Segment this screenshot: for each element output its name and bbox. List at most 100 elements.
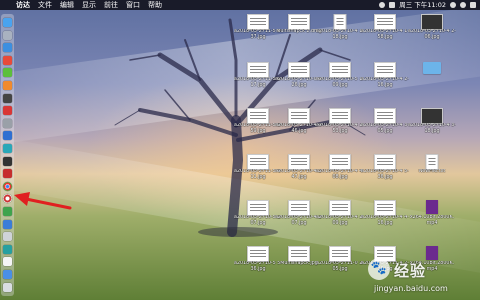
notification-icon[interactable] bbox=[470, 2, 476, 8]
file-thumbnail bbox=[329, 246, 351, 262]
battery-icon[interactable] bbox=[389, 2, 396, 8]
file-label: a2018-03-2711-0 2-05.jpg bbox=[316, 261, 364, 272]
file-thumbnail bbox=[247, 14, 269, 30]
file-thumbnail bbox=[329, 200, 351, 216]
file-thumbnail bbox=[374, 62, 396, 78]
file-thumbnail bbox=[247, 108, 269, 124]
file-thumbnail bbox=[288, 154, 310, 170]
desktop-file[interactable]: a2018-03-2710-4 5-36.jpg bbox=[361, 154, 409, 182]
app-blue2-icon[interactable] bbox=[3, 219, 12, 229]
wifi-icon[interactable] bbox=[379, 2, 386, 8]
app-dark2-icon[interactable] bbox=[3, 156, 12, 166]
file-label: a2018-03-2710-4 4-16.jpg bbox=[361, 215, 409, 226]
siri-icon[interactable] bbox=[460, 2, 466, 8]
desktop-file[interactable]: a2018-03-2710-4 2-16.jpg bbox=[361, 62, 409, 90]
file-thumbnail bbox=[288, 14, 310, 30]
app-red2-icon[interactable] bbox=[3, 106, 12, 116]
status-area: 周三 下午11:02 bbox=[379, 0, 480, 10]
app-teal-icon[interactable] bbox=[3, 144, 12, 153]
menu-go[interactable]: 前往 bbox=[100, 0, 122, 10]
desktop-file[interactable]: a2018-03-2710-4 2-09.jpg bbox=[316, 200, 364, 228]
desktop-file[interactable]: a2018-03-2711-0 2-05.jpg bbox=[316, 246, 364, 274]
app-teal2-icon[interactable] bbox=[3, 244, 12, 254]
file-label: a2018-03-2710-4 4-08.jpg bbox=[316, 169, 364, 180]
file-thumbnail bbox=[288, 246, 310, 262]
desktop-file[interactable]: a2018-03-2710-4 2-53.jpg bbox=[316, 108, 364, 136]
file-thumbnail bbox=[329, 62, 351, 78]
file-thumbnail bbox=[374, 14, 396, 30]
menu-finder[interactable]: 访达 bbox=[12, 0, 34, 10]
file-thumbnail bbox=[374, 154, 396, 170]
file-label: a2018-03-2710-4 3-18.jpg bbox=[408, 123, 456, 134]
file-label: a2018-03-2710-5 1-09.jpg bbox=[316, 77, 364, 88]
app-red3-icon[interactable] bbox=[3, 169, 12, 179]
file-thumbnail bbox=[288, 108, 310, 124]
chrome-icon[interactable] bbox=[3, 181, 12, 191]
trash-icon[interactable] bbox=[3, 282, 12, 292]
file-label: a2018-03-2710-4 1-58.jpg bbox=[361, 29, 409, 40]
desktop-file[interactable]: a2018-03-2710-4 1-58.jpg bbox=[361, 14, 409, 42]
file-label: a2018-03-2710-4 1-18.jpg bbox=[316, 29, 364, 40]
file-label: a2018-03-2710-4 2-09.jpg bbox=[316, 215, 364, 226]
file-label bbox=[408, 77, 456, 88]
file-thumbnail bbox=[426, 200, 438, 214]
desktop-file[interactable] bbox=[408, 62, 456, 90]
menu-window[interactable]: 窗口 bbox=[122, 0, 144, 10]
app-dark-icon[interactable] bbox=[3, 93, 12, 103]
file-thumbnail bbox=[329, 154, 351, 170]
app-blue3-icon[interactable] bbox=[3, 270, 12, 279]
safari-icon[interactable] bbox=[3, 43, 12, 53]
desktop-file[interactable]: a2018-03-2710-4 1-18.jpg bbox=[316, 14, 364, 42]
menu-bar: 访达 文件 编辑 显示 前往 窗口 帮助 周三 下午11:02 bbox=[0, 0, 480, 10]
file-label: a2018-03-2710-4 3-05.jpg bbox=[361, 123, 409, 134]
app-gray-icon[interactable] bbox=[3, 118, 12, 128]
file-label: a2018-03-2710-4 2-53.jpg bbox=[316, 123, 364, 134]
app-gray2-icon[interactable] bbox=[3, 232, 12, 242]
launchpad-icon[interactable] bbox=[3, 30, 12, 40]
desktop-file[interactable]: x264.10bit.2800K.mp4 bbox=[408, 200, 456, 228]
desktop-file[interactable]: a2018-03-2710-4 3-18.jpg bbox=[408, 108, 456, 136]
search-icon[interactable] bbox=[450, 2, 456, 8]
file-thumbnail bbox=[329, 108, 351, 124]
app-white-icon[interactable] bbox=[3, 257, 12, 267]
file-thumbnail bbox=[425, 154, 439, 170]
menu-edit[interactable]: 编辑 bbox=[56, 0, 78, 10]
desktop-file[interactable]: a2018-03-2710-5 1-09.jpg bbox=[316, 62, 364, 90]
file-thumbnail bbox=[421, 108, 443, 124]
app-green2-icon[interactable] bbox=[3, 207, 12, 216]
file-thumbnail bbox=[247, 154, 269, 170]
file-thumbnail bbox=[374, 108, 396, 124]
file-label: a2018-03-2710-4 5-36.jpg bbox=[361, 169, 409, 180]
file-thumbnail bbox=[247, 246, 269, 262]
selected-app-icon[interactable] bbox=[3, 194, 12, 204]
desktop-file[interactable]: a2018-03-2710-4 3-05.jpg bbox=[361, 108, 409, 136]
baidu-watermark: 🐾 经验 jingyan.baidu.com bbox=[360, 258, 480, 298]
file-thumbnail bbox=[333, 14, 347, 30]
file-label: a2018-03-2710-4 2-16.jpg bbox=[361, 77, 409, 88]
app-orange-icon[interactable] bbox=[3, 81, 12, 90]
desktop-file[interactable]: NewFile.txt bbox=[408, 154, 456, 182]
file-thumbnail bbox=[421, 14, 443, 30]
dock bbox=[1, 14, 14, 296]
desktop-file[interactable]: a2018-03-2710-4 4-08.jpg bbox=[316, 154, 364, 182]
file-label: a2018-03-2710-4 2-06.jpg bbox=[408, 29, 456, 40]
app-red-icon[interactable] bbox=[3, 55, 12, 65]
file-label: x264.10bit.2800K.mp4 bbox=[409, 215, 455, 226]
menu-help[interactable]: 帮助 bbox=[144, 0, 166, 10]
file-thumbnail bbox=[374, 200, 396, 216]
app-green-icon[interactable] bbox=[3, 68, 12, 78]
red-arrow-annotation bbox=[14, 192, 72, 210]
watermark-text: 经验 bbox=[394, 262, 427, 280]
menu-file[interactable]: 文件 bbox=[34, 0, 56, 10]
finder-icon[interactable] bbox=[3, 18, 12, 27]
menu-clock[interactable]: 周三 下午11:02 bbox=[399, 0, 446, 10]
menu-view[interactable]: 显示 bbox=[78, 0, 100, 10]
file-label: NewFile.txt bbox=[418, 169, 446, 174]
desktop-file[interactable]: a2018-03-2710-4 2-06.jpg bbox=[408, 14, 456, 42]
app-blue-icon[interactable] bbox=[3, 131, 12, 141]
folder-icon bbox=[423, 62, 441, 74]
file-thumbnail bbox=[247, 62, 269, 78]
paw-icon: 🐾 bbox=[368, 258, 390, 280]
watermark-url: jingyan.baidu.com bbox=[374, 284, 448, 293]
desktop-file[interactable]: a2018-03-2710-4 4-16.jpg bbox=[361, 200, 409, 228]
